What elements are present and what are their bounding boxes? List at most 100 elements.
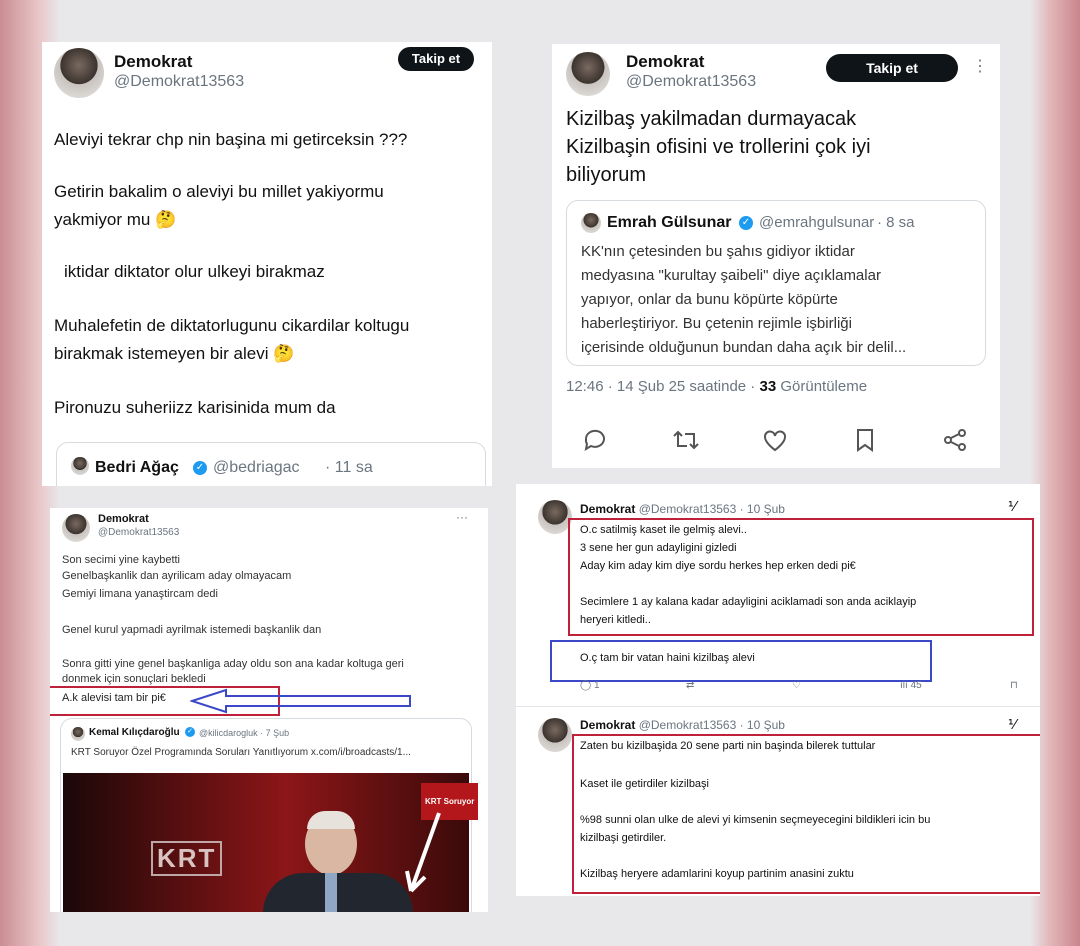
author-handle[interactable]: @Demokrat13563 · 10 Şub [639,718,785,732]
tweet-text-line: Kizilbaşin ofisini ve trollerini çok iyi [566,136,871,158]
follow-button[interactable]: Takip et [826,54,958,82]
quote-text-line: KK'nın çetesinden bu şahıs gidiyor iktid… [581,243,855,260]
verified-icon: ✓ [739,216,753,230]
author-handle[interactable]: @Demokrat13563 [114,73,244,91]
like-icon[interactable] [762,429,788,453]
arrow-annotation [405,812,441,893]
post-text-line: Aday kim aday kim diye sordu herkes hep … [580,560,856,572]
share-icon[interactable] [942,428,968,452]
retweet-icon[interactable] [672,428,700,452]
avatar[interactable] [538,500,572,534]
quote-time: · 8 sa [877,214,915,231]
author-name[interactable]: Demokrat [580,718,635,732]
quote-author-handle[interactable]: @bedriagac [213,459,300,477]
follow-button[interactable]: Takip et [398,47,474,71]
tweet-text-line: birakmak istemeyen bir alevi 🤔 [54,344,295,363]
grok-icon[interactable]: ⅟ [1008,498,1016,515]
quoted-tweet[interactable]: Kemal Kılıçdaroğlu ✓ @kilicdarogluk · 7 … [60,718,479,912]
views-icon[interactable]: ılı [900,680,908,691]
quote-avatar [71,727,85,741]
views-count: 33 [759,378,777,395]
quote-author-name[interactable]: Bedri Ağaç [95,459,179,477]
author-name[interactable]: Demokrat [626,52,704,72]
grok-icon[interactable]: ⅟ [1008,716,1016,733]
divider [516,706,1040,707]
tweet-text-line: biliyorum [566,164,647,186]
quote-text-line: haberleştiriyor. Bu çetenin rejimle işbi… [581,315,852,332]
quote-text-line: içerisinde olduğunun bundan daha açık bi… [581,339,907,356]
person-image [263,811,413,912]
quote-time: · 11 sa [325,459,373,476]
tweet-text-line: iktidar diktator olur ulkeyi birakmaz [64,262,325,281]
more-options-icon[interactable]: ··· [456,510,468,524]
tweet-panel-1: Demokrat @Demokrat13563 Takip et Aleviyi… [42,42,492,486]
tweet-text-line: Gemiyi limana yanaştircam dedi [62,588,218,600]
quote-author-name[interactable]: Emrah Gülsunar [607,214,731,232]
bookmark-icon[interactable]: ⊓ [1010,680,1018,691]
post-text-line: O.c satilmiş kaset ile gelmiş alevi.. [580,524,747,536]
tweet-text-line: Kizilbaş yakilmadan durmayacak [566,108,857,130]
like-icon[interactable]: ♡ [792,680,801,691]
quoted-tweet[interactable]: Bedri Ağaç ✓ @bedriagac · 11 sa [56,442,486,486]
tweet-timestamp: 12:46 · 14 Şub 25 saatinde · 33 Görüntül… [566,378,867,395]
views-count: 45 [910,680,922,691]
highlighted-text: A.k alevisi tam bir pi€ [62,692,166,704]
tweet-text-line: donmek için sonuçlari bekledi [62,673,206,685]
tweet-text-line: Aleviyi tekrar chp nin başina mi getirce… [54,130,408,149]
highlighted-text: O.ç tam bir vatan haini kizilbaş alevi [580,652,755,664]
quote-author-name[interactable]: Kemal Kılıçdaroğlu [89,727,180,738]
views-label: Görüntüleme [780,378,868,395]
tweet-text-line: Genel kurul yapmadi ayrilmak istemedi ba… [62,624,322,636]
post-text-line: 3 sene her gun adayligini gizledi [580,542,737,554]
tweet-panel-2: Demokrat @Demokrat13563 Takip et ⋮ Kizil… [552,44,1000,468]
tweet-text-line: Muhalefetin de diktatorlugunu cikardilar… [54,316,410,335]
quote-avatar [581,213,601,233]
post-text-line: heryeri kitledi.. [580,614,651,626]
author-handle[interactable]: @Demokrat13563 [98,527,179,538]
post-header: Demokrat @Demokrat13563 · 10 Şub [580,502,785,516]
avatar[interactable] [538,718,572,752]
quote-text-line: yapıyor, onlar da bunu köpürte köpürte [581,291,838,308]
post-header: Demokrat @Demokrat13563 · 10 Şub [580,718,785,732]
post-text-line: Zaten bu kizilbaşida 20 sene parti nin b… [580,740,876,752]
quote-text-line: medyasına "kurultay şaibeli" diye açıkla… [581,267,881,284]
author-handle[interactable]: @Demokrat13563 [626,73,756,91]
tweet-panel-4: Demokrat @Demokrat13563 · 10 Şub ⅟ O.c s… [516,484,1040,896]
post-text-line: Kaset ile getirdiler kizilbaşi [580,778,709,790]
author-name[interactable]: Demokrat [580,502,635,516]
quote-avatar [71,457,89,475]
author-handle[interactable]: @Demokrat13563 · 10 Şub [639,502,785,516]
quoted-tweet[interactable]: Emrah Gülsunar ✓ @emrahgulsunar · 8 sa K… [566,200,986,366]
tweet-text-line: Genelbaşkanlik dan ayrilicam aday olmaya… [62,570,292,582]
reply-icon[interactable] [582,428,608,452]
post-text-line: Secimlere 1 ay kalana kadar adayligini a… [580,596,917,608]
author-name[interactable]: Demokrat [114,52,192,72]
avatar[interactable] [54,48,104,98]
arrow-annotation [190,688,411,714]
author-name[interactable]: Demokrat [98,513,149,525]
tweet-text-line: Sonra gitti yine genel başkanliga aday o… [62,658,404,670]
tweet-time: 12:46 · 14 Şub 25 saatinde · [566,378,756,395]
post-actions: ◯ 1 [580,680,600,691]
quote-author-handle[interactable]: @kilicdarogluk · 7 Şub [199,728,289,738]
avatar[interactable] [62,514,90,542]
video-logo: KRT [151,841,223,876]
more-options-icon[interactable]: ⋮ [972,56,988,76]
tweet-panel-3: Demokrat @Demokrat13563 ··· Son secimi y… [50,508,488,912]
verified-icon: ✓ [185,727,195,737]
quote-text: KRT Soruyor Özel Programında Soruları Ya… [71,747,411,758]
avatar[interactable] [566,52,610,96]
tweet-text-line: Pironuzu suheriizz karisinida mum da [54,398,336,417]
reply-icon[interactable]: ◯ [580,680,591,691]
retweet-icon[interactable]: ⇄ [686,680,694,691]
reply-count: 1 [593,680,600,691]
video-thumbnail[interactable]: KRT KRT Soruyor [63,773,479,912]
tweet-text-line: Getirin bakalim o aleviyi bu millet yaki… [54,182,384,201]
post-text-line: kizilbaşi getirdiler. [580,832,667,844]
tweet-text-line: yakmiyor mu 🤔 [54,210,177,229]
verified-icon: ✓ [193,461,207,475]
tweet-text-line: Son secimi yine kaybetti [62,554,180,566]
quote-author-handle[interactable]: @emrahgulsunar [759,214,874,231]
bookmark-icon[interactable] [854,428,876,452]
post-text-line: Kizilbaş heryere adamlarini koyup partin… [580,868,854,880]
